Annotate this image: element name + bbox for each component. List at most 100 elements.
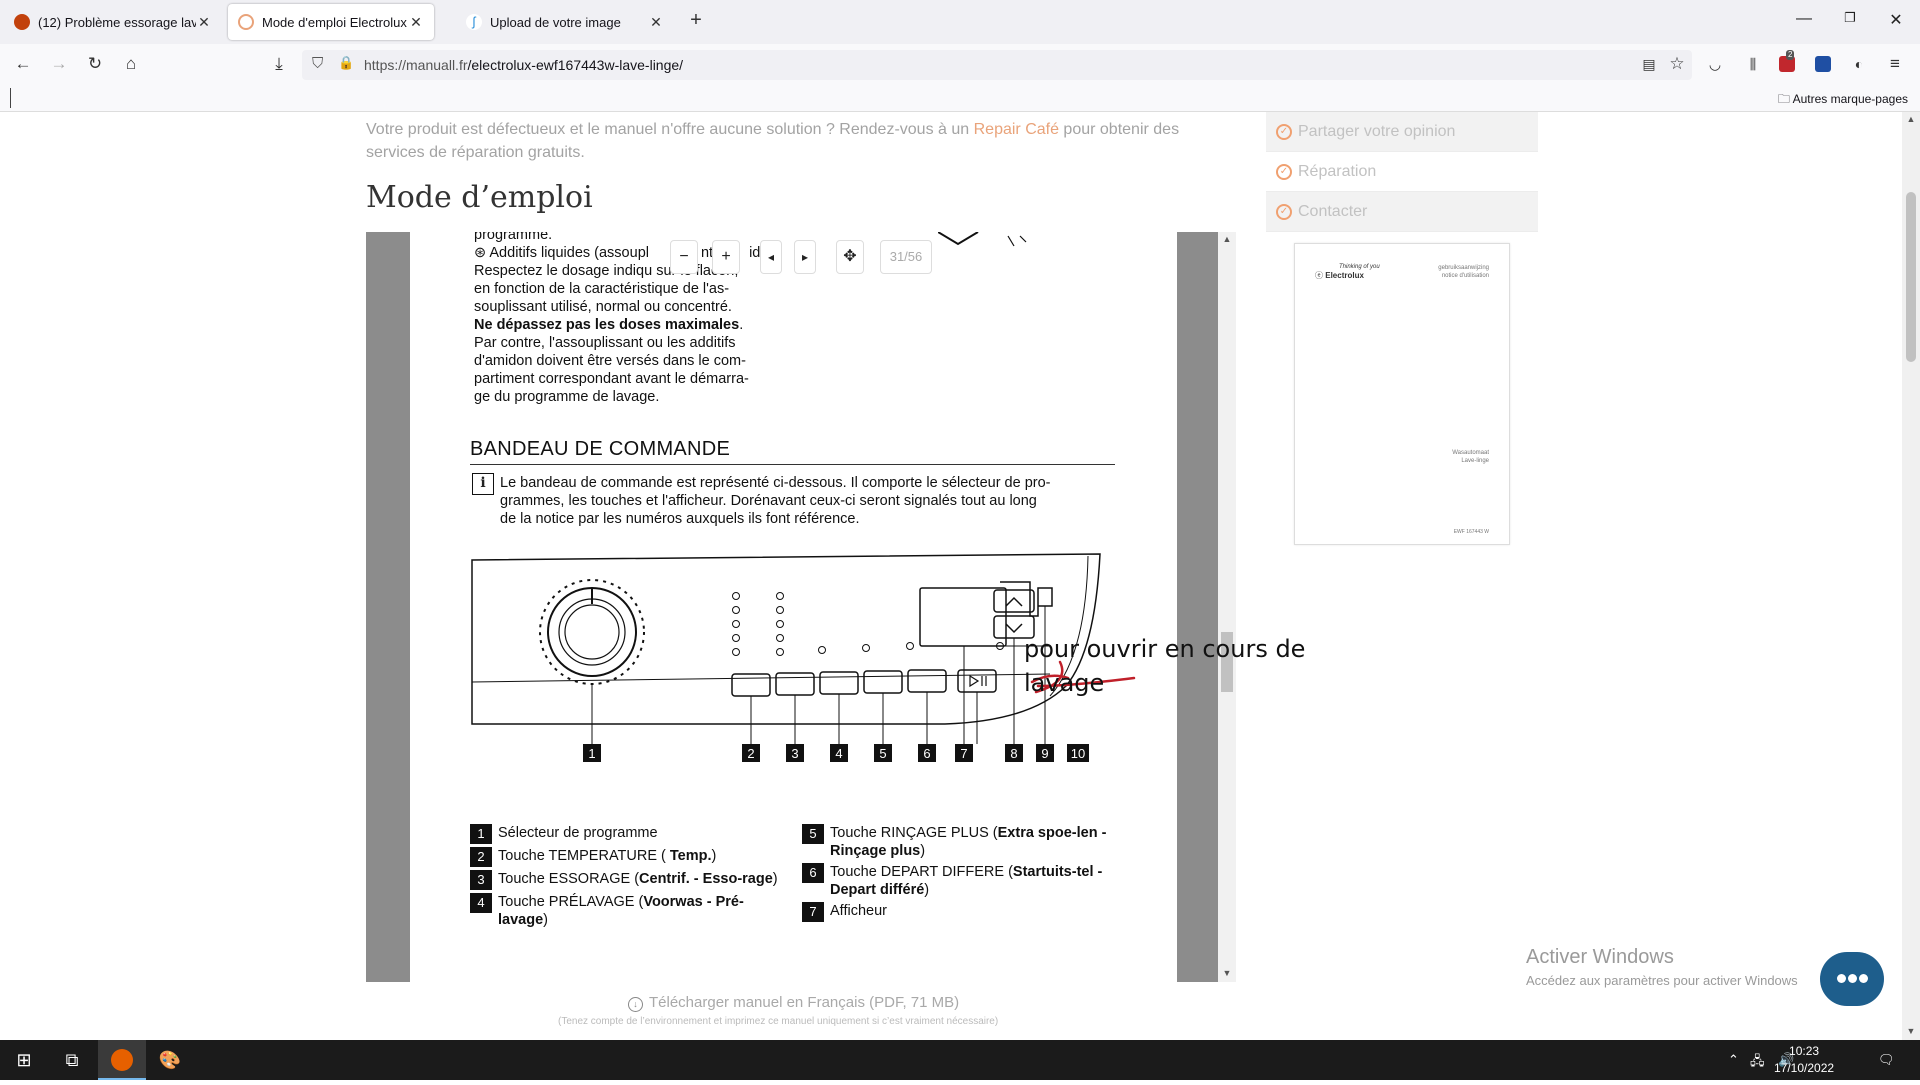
page-indicator: 31/56 [880,240,932,274]
scroll-down-icon[interactable]: ▼ [1218,968,1236,978]
text-line: d'amidon doivent être versés dans le com… [474,353,746,369]
clock[interactable]: 10:23 17/10/2022 [1774,1043,1834,1077]
move-icon[interactable]: ✥ [836,240,864,274]
reader-view-icon[interactable]: ▤ [1638,53,1660,75]
legend-right: 5 Touche RINÇAGE PLUS (Extra spoe-len - R… [802,824,1114,925]
tab-title: (12) Problème essorage lave-ling [38,14,196,30]
other-bookmarks[interactable]: 🗀 Autres marque-pages [1778,90,1908,111]
prev-page-button[interactable]: ◂ [760,240,782,274]
back-button[interactable]: ← [12,53,34,75]
callout-number: 9 [1041,746,1048,761]
callout-number: 4 [835,746,842,761]
menu-icon[interactable]: ≡ [1884,53,1906,75]
check-icon: ✓ [1276,123,1292,140]
close-icon[interactable]: ✕ [196,14,212,31]
zoom-out-button[interactable]: − [670,240,698,274]
pdf-viewer[interactable]: programme. ⊛ Additifs liquides (assoupl n… [366,232,1236,982]
sidebar-item-opinion[interactable]: ✓ Partager votre opinion [1266,112,1538,152]
scrollbar-thumb[interactable] [1906,192,1916,362]
repair-cafe-link[interactable]: Repair Café [974,121,1059,138]
tab-upload[interactable]: ʃ Upload de votre image ✕ [456,4,674,40]
legend-text: Sélecteur de programme [498,825,658,841]
forum-favicon-icon [14,14,30,30]
manuall-favicon-icon [238,14,254,30]
callout-number: 2 [747,746,754,761]
tab-title: Upload de votre image [490,14,621,30]
home-button[interactable]: ⌂ [120,53,142,75]
pocket-icon[interactable]: ◡ [1704,53,1726,75]
section-divider [470,464,1115,465]
scroll-down-icon[interactable]: ▼ [1902,1026,1920,1036]
pdf-page: programme. ⊛ Additifs liquides (assoupl n… [410,232,1177,982]
paint-taskbar-icon[interactable]: 🎨 [146,1040,194,1080]
shield-icon[interactable]: ⛉ [312,55,323,72]
callout-number: 6 [923,746,930,761]
upload-favicon-icon: ʃ [466,14,482,30]
text-line: Ne dépassez pas les doses maximales. [474,317,744,333]
tab-bar: (12) Problème essorage lave-ling ✕ Mode … [0,0,1920,44]
download-note: (Tenez compte de l’environnement et impr… [558,1016,999,1027]
url-bar[interactable]: ⛉ 🔒 https://manuall.fr/electrolux-ewf167… [302,50,1692,80]
legend-text: Afficheur [830,903,887,919]
new-tab-button[interactable]: + [684,9,708,32]
close-icon[interactable]: ✕ [408,14,424,31]
forward-button[interactable]: → [48,53,70,75]
chat-bubble-button[interactable] [1820,952,1884,1006]
text-line: Par contre, l'assouplissant ou les addit… [474,335,736,351]
restore-button[interactable]: ❐ [1840,10,1860,26]
next-page-button[interactable]: ▸ [794,240,816,274]
cover-model: EWF 167443 W [1453,529,1489,535]
lock-icon[interactable]: 🔒 [338,55,354,71]
minimize-button[interactable]: — [1794,10,1814,28]
legend-number: 5 [802,824,824,844]
legend-number: 2 [470,847,492,867]
windows-start-icon[interactable]: ⊞ [0,1040,48,1080]
download-icon: ↓ [628,997,643,1012]
notifications-icon[interactable]: 🗨 [1878,1052,1895,1068]
section-title: BANDEAU DE COMMANDE [470,438,731,460]
tray-chevron-icon[interactable]: ⌃ [1728,1052,1739,1068]
text-line: ge du programme de lavage. [474,389,660,405]
task-view-icon[interactable]: ⧉ [48,1040,96,1080]
extensions-icon[interactable]: ◐ [1848,53,1870,75]
download-manual-link[interactable]: ↓ Télécharger manuel en Français (PDF, 71… [628,994,959,1012]
callout-number: 7 [960,746,967,761]
adblock-extension-icon[interactable]: 2 [1776,50,1798,75]
sidebar-item-repair[interactable]: ✓ Réparation [1266,152,1538,192]
page-scrollbar[interactable]: ▲ ▼ [1902,112,1920,1040]
legend-item: 4 Touche PRÉLAVAGE (Voorwas - Pré-lavage) [470,893,780,929]
legend-number: 1 [470,824,492,844]
library-icon[interactable]: ⫼ [1742,53,1764,75]
close-icon[interactable]: ✕ [648,14,664,31]
page-title: Mode d’emploi [366,180,593,215]
bookmark-star-icon[interactable]: ☆ [1666,53,1688,75]
page-content: Votre produit est défectueux et le manue… [0,112,1920,1040]
legend-number: 6 [802,863,824,883]
tab-forum[interactable]: (12) Problème essorage lave-ling ✕ [4,4,222,40]
callout-number: 8 [1010,746,1017,761]
manual-cover-thumbnail[interactable]: Thinking of you ⓔ Electrolux gebruiksaanw… [1294,243,1510,545]
zoom-in-button[interactable]: + [712,240,740,274]
extension-icon[interactable] [1812,53,1834,75]
firefox-taskbar-icon[interactable] [98,1040,146,1080]
diagram-fragment [938,232,1027,247]
info-line: grammes, les touches et l'afficheur. Dor… [500,493,1037,509]
tab-manual[interactable]: Mode d'emploi Electrolux EWF1 ✕ [228,4,434,40]
window-close-button[interactable]: ✕ [1886,10,1906,30]
callout-number: 10 [1071,746,1085,761]
viewer-scrollbar[interactable]: ▲ ▼ [1218,232,1236,982]
network-icon[interactable]: 🖧 [1750,1052,1765,1074]
text-line: souplissant utilisé, normal ou concentré… [474,299,732,315]
legend-text: Touche PRÉLAVAGE (Voorwas - Pré-lavage) [498,894,744,928]
activate-windows-watermark: Activer Windows Accédez aux paramètres p… [1526,946,1798,988]
scroll-up-icon[interactable]: ▲ [1902,114,1920,124]
sidebar-item-contact[interactable]: ✓ Contacter [1266,192,1538,232]
reload-button[interactable]: ↻ [84,53,106,75]
legend-item: 1 Sélecteur de programme [470,824,780,844]
scroll-up-icon[interactable]: ▲ [1218,234,1236,244]
callout-number: 3 [791,746,798,761]
save-to-pocket-icon[interactable]: ⤓ [268,53,290,75]
legend-left: 1 Sélecteur de programme 2 Touche TEMPERATU… [470,824,780,932]
url-text[interactable]: https://manuall.fr/electrolux-ewf167443w… [364,57,683,73]
info-line: Le bandeau de commande est représenté ci… [500,475,1051,491]
